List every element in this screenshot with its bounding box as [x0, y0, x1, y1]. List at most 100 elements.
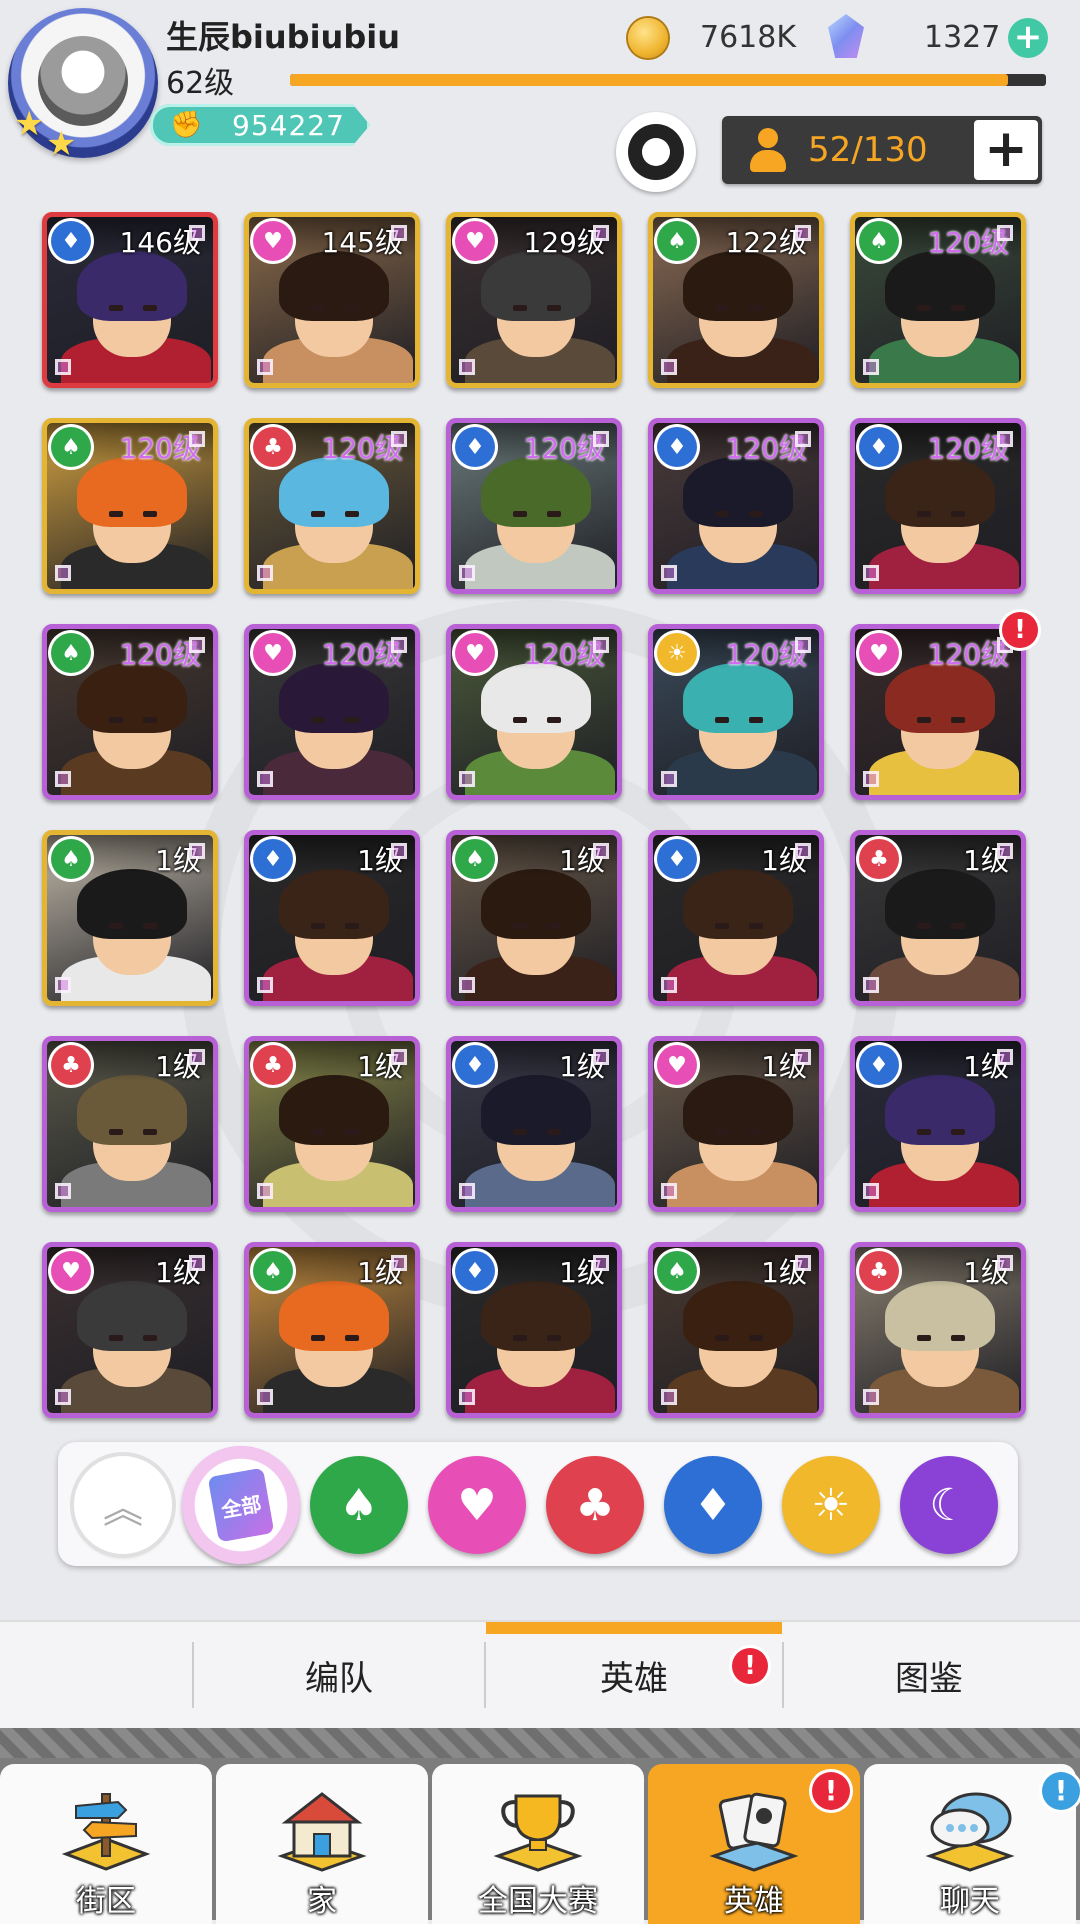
hero-card[interactable]: 122级 ♠ — [648, 212, 824, 388]
hero-card[interactable]: 1级 ♠ — [648, 1242, 824, 1418]
corner-marker — [661, 565, 677, 581]
tab-heroes[interactable]: 英雄 ! — [486, 1622, 782, 1728]
hero-portrait-hair — [683, 1281, 793, 1351]
nav-heroes[interactable]: 英雄 ! — [648, 1764, 860, 1924]
corner-marker — [257, 977, 273, 993]
hero-card[interactable]: 1级 ♠ — [244, 1242, 420, 1418]
hero-card[interactable]: 1级 ♦ — [446, 1242, 622, 1418]
hero-portrait-eye — [311, 923, 325, 929]
hero-card[interactable]: 1级 ♣ — [244, 1036, 420, 1212]
hero-portrait-eye — [749, 511, 763, 517]
gem-value: 1327 — [924, 20, 1001, 55]
hero-card[interactable]: 146级 ♦ — [42, 212, 218, 388]
bottom-nav: 街区 家 全国大赛 英雄 ! 聊天 ! — [0, 1728, 1080, 1924]
hero-card[interactable]: 1级 ♦ — [850, 1036, 1026, 1212]
hero-portrait-hair — [279, 251, 389, 321]
filter-sun-button[interactable]: ☀ — [782, 1456, 880, 1554]
hero-card[interactable]: 1级 ♦ — [446, 1036, 622, 1212]
corner-marker — [189, 843, 205, 859]
corner-marker — [863, 977, 879, 993]
club-icon: ♣ — [859, 839, 899, 879]
corner-marker — [863, 771, 879, 787]
corner-marker — [459, 1389, 475, 1405]
hero-portrait-eye — [547, 1129, 561, 1135]
hero-card[interactable]: 1级 ♣ — [850, 830, 1026, 1006]
xp-bar — [290, 74, 1046, 86]
hero-card[interactable]: 1级 ♣ — [850, 1242, 1026, 1418]
hero-portrait-eye — [513, 511, 527, 517]
heart-icon: ♥ — [455, 633, 495, 673]
hero-portrait-eye — [345, 305, 359, 311]
hero-portrait-eye — [345, 1129, 359, 1135]
filter-moon-button[interactable]: ☾ — [900, 1456, 998, 1554]
nav-district[interactable]: 街区 — [0, 1764, 212, 1924]
hero-card[interactable]: 1级 ♠ — [446, 830, 622, 1006]
collapse-filter-button[interactable]: ︽ — [74, 1456, 172, 1554]
hero-portrait-eye — [715, 717, 729, 723]
tab-codex[interactable]: 图鉴 — [784, 1622, 1074, 1728]
hero-card[interactable]: 120级 ♠ — [42, 418, 218, 594]
filter-diamond-button[interactable]: ♦ — [664, 1456, 762, 1554]
corner-marker — [391, 1049, 407, 1065]
avatar-portrait — [38, 36, 128, 126]
hero-portrait-hair — [279, 663, 389, 733]
hero-card[interactable]: 1级 ♦ — [648, 830, 824, 1006]
hero-card[interactable]: 1级 ♣ — [42, 1036, 218, 1212]
hero-portrait-hair — [279, 1281, 389, 1351]
tab-formation[interactable]: 编队 — [194, 1622, 484, 1728]
expand-capacity-button[interactable]: + — [974, 120, 1038, 180]
hero-card[interactable]: 120级 ♦ — [648, 418, 824, 594]
corner-marker — [189, 225, 205, 241]
filter-spade-button[interactable]: ♠ — [310, 1456, 408, 1554]
corner-marker — [795, 431, 811, 447]
filter-all-button[interactable]: 全部 — [182, 1446, 300, 1564]
hero-portrait-eye — [547, 1335, 561, 1341]
nav-strip — [0, 1728, 1080, 1758]
hero-card[interactable]: 1级 ♠ — [42, 830, 218, 1006]
hero-card[interactable]: 120级 ☀ — [648, 624, 824, 800]
nav-contest[interactable]: 全国大赛 — [432, 1764, 644, 1924]
filter-club-button[interactable]: ♣ — [546, 1456, 644, 1554]
hero-portrait-hair — [279, 1075, 389, 1145]
hero-card[interactable]: 120级 ♦ — [446, 418, 622, 594]
hero-card[interactable]: 1级 ♥ — [648, 1036, 824, 1212]
spade-icon: ♠ — [51, 427, 91, 467]
hero-portrait-eye — [109, 1335, 123, 1341]
hero-card[interactable]: 120级 ♥ — [446, 624, 622, 800]
corner-marker — [661, 771, 677, 787]
hero-portrait-eye — [109, 305, 123, 311]
hero-portrait-eye — [547, 305, 561, 311]
filter-heart-button[interactable]: ♥ — [428, 1456, 526, 1554]
hero-card[interactable]: 120级 ♣ — [244, 418, 420, 594]
corner-marker — [391, 843, 407, 859]
add-gems-button[interactable]: + — [1008, 18, 1048, 58]
hero-portrait-eye — [345, 717, 359, 723]
hero-portrait-eye — [749, 717, 763, 723]
nav-home[interactable]: 家 — [216, 1764, 428, 1924]
hero-portrait-hair — [481, 457, 591, 527]
corner-marker — [593, 431, 609, 447]
hero-portrait-eye — [109, 923, 123, 929]
hero-card[interactable]: 145级 ♥ — [244, 212, 420, 388]
hero-card[interactable]: 120级 ♠ — [850, 212, 1026, 388]
avatar[interactable]: ★ ★ — [8, 8, 158, 164]
corner-marker — [55, 359, 71, 375]
hero-card[interactable]: 120级 ♠ — [42, 624, 218, 800]
hero-portrait-hair — [683, 663, 793, 733]
hero-card[interactable]: 120级 ♦ — [850, 418, 1026, 594]
capacity-value: 52/130 — [808, 130, 928, 170]
hero-card[interactable]: 1级 ♥ — [42, 1242, 218, 1418]
hero-portrait-eye — [513, 1335, 527, 1341]
faction-emblem-button[interactable] — [616, 112, 696, 192]
hero-card[interactable]: 129级 ♥ — [446, 212, 622, 388]
nav-chat[interactable]: 聊天 ! — [864, 1764, 1080, 1924]
hero-portrait-hair — [481, 663, 591, 733]
player-name: 生辰biubiubiu — [166, 18, 400, 56]
hero-portrait-eye — [143, 305, 157, 311]
corner-marker — [189, 1255, 205, 1271]
hero-card[interactable]: 1级 ♦ — [244, 830, 420, 1006]
hero-card[interactable]: 120级 ♥ — [244, 624, 420, 800]
hero-card[interactable]: 120级 ♥ — [850, 624, 1026, 800]
sun-icon: ☀ — [657, 633, 697, 673]
hero-portrait-hair — [683, 869, 793, 939]
